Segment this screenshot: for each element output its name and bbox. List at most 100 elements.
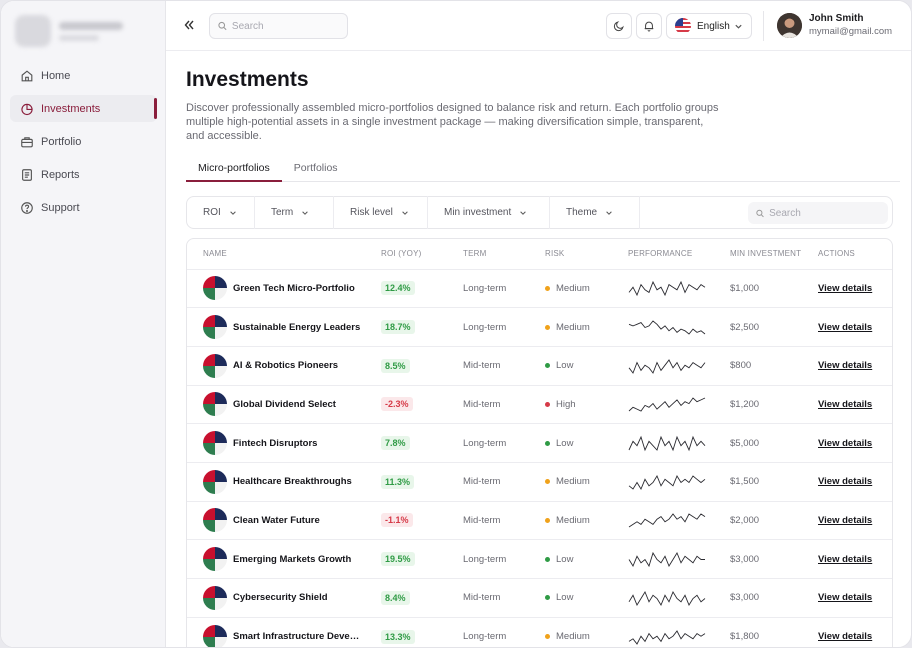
performance-sparkline [628,358,706,374]
performance-sparkline [628,435,706,452]
sidebar: Home Investments Portfolio Reports Suppo… [1,1,166,647]
asset-logos-icon [203,624,227,647]
term-value: Mid-term [463,346,545,386]
table-row[interactable]: Global Dividend Select -2.3% Mid-term Hi… [187,385,892,425]
table-search-input[interactable] [769,207,888,219]
table-row[interactable]: Healthcare Breakthroughs 11.3% Mid-term … [187,462,892,502]
bell-icon [644,21,654,32]
column-header[interactable]: PERFORMANCE [628,239,730,270]
term-value: Mid-term [463,578,545,618]
asset-logos-icon [203,431,227,456]
language-selector[interactable]: English [666,13,752,39]
asset-logos-icon [203,392,227,417]
roi-badge: 19.5% [381,552,415,567]
avatar [777,12,802,38]
table-row[interactable]: Fintech Disruptors 7.8% Long-term Low $5… [187,423,892,463]
risk-level: Medium [545,515,628,526]
term-value: Mid-term [463,501,545,541]
sidebar-item-label: Reports [41,168,80,181]
portfolio-name: AI & Robotics Pioneers [233,360,339,372]
roi-badge: 7.8% [381,436,410,451]
view-details-link[interactable]: View details [818,283,872,294]
view-details-link[interactable]: View details [818,322,872,333]
view-details-link[interactable]: View details [818,554,872,565]
sidebar-item-home[interactable]: Home [10,62,157,89]
term-value: Mid-term [463,462,545,502]
column-header[interactable]: NAME [187,239,381,270]
table-row[interactable]: Smart Infrastructure Develo... 13.3% Lon… [187,617,892,647]
table-row[interactable]: Green Tech Micro-Portfolio 12.4% Long-te… [187,269,892,309]
risk-dot [545,363,550,369]
sidebar-item-investments[interactable]: Investments [10,95,157,122]
portfolio-name: Healthcare Breakthroughs [233,476,352,488]
table-row[interactable]: Sustainable Energy Leaders 18.7% Long-te… [187,307,892,347]
view-details-link[interactable]: View details [818,592,872,603]
chevron-down-icon [735,24,742,29]
performance-sparkline [628,474,706,490]
column-header[interactable]: TERM [463,239,545,270]
table-row[interactable]: AI & Robotics Pioneers 8.5% Mid-term Low… [187,346,892,386]
risk-label: High [556,398,576,410]
column-header[interactable]: RISK [545,239,628,270]
term-value: Long-term [463,617,545,647]
view-details-link[interactable]: View details [818,360,872,371]
column-header[interactable]: ACTIONS [818,239,892,270]
header-divider [763,11,764,41]
view-details-link[interactable]: View details [818,476,872,487]
min-investment-value: $2,500 [730,307,818,347]
portfolio-name: Cybersecurity Shield [233,592,328,604]
filter-label: ROI [203,207,221,218]
tab-portfolios[interactable]: Portfolios [282,160,350,182]
collapse-sidebar-button[interactable] [180,16,198,34]
min-investment-value: $3,000 [730,539,818,579]
filter-theme[interactable]: Theme [550,196,640,229]
sidebar-item-support[interactable]: Support [10,194,157,221]
filter-min-investment[interactable]: Min investment [428,196,550,229]
min-investment-value: $1,200 [730,385,818,425]
asset-logos-icon [203,276,227,301]
roi-badge: 11.3% [381,474,415,489]
filter-roi[interactable]: ROI [187,196,255,229]
tab-micro-portfolios[interactable]: Micro-portfolios [186,160,282,182]
filter-term[interactable]: Term [255,196,334,229]
language-label: English [697,20,730,32]
risk-dot [545,595,550,601]
notifications-button[interactable] [636,13,662,39]
table-row[interactable]: Clean Water Future -1.1% Mid-term Medium… [187,501,892,541]
user-profile[interactable]: John Smith mymail@gmail.com [777,12,892,38]
portfolio-name: Sustainable Energy Leaders [233,321,361,333]
risk-label: Medium [556,476,590,488]
portfolio-name: Clean Water Future [233,514,320,526]
document-icon [20,168,34,182]
view-details-link[interactable]: View details [818,515,872,526]
sidebar-nav: Home Investments Portfolio Reports Suppo… [10,62,157,227]
theme-toggle-button[interactable] [606,13,632,39]
moon-icon [613,21,624,32]
search-icon [218,21,227,31]
performance-sparkline [628,281,706,297]
chevron-down-icon [606,210,612,215]
roi-badge: 13.3% [381,629,415,644]
column-header[interactable]: MIN INVESTMENT [730,239,818,270]
table-row[interactable]: Cybersecurity Shield 8.4% Mid-term Low $… [187,578,892,618]
header-search-input[interactable] [231,20,347,32]
view-details-link[interactable]: View details [818,399,872,410]
view-details-link[interactable]: View details [818,631,872,642]
header-search[interactable] [209,13,348,39]
sidebar-item-reports[interactable]: Reports [10,161,157,188]
risk-dot [545,401,550,407]
table-row[interactable]: Emerging Markets Growth 19.5% Long-term … [187,539,892,579]
page-title: Investments [186,68,309,91]
help-circle-icon [20,201,34,215]
filter-risk-level[interactable]: Risk level [334,196,428,229]
sidebar-item-portfolio[interactable]: Portfolio [10,128,157,155]
sidebar-item-label: Investments [41,102,101,115]
portfolio-table: NAME ROI (YOY) TERM RISK PERFORMANCE MIN… [186,238,893,647]
table-search[interactable] [748,202,888,224]
performance-sparkline [628,513,706,528]
min-investment-value: $800 [730,346,818,386]
column-header[interactable]: ROI (YOY) [381,239,463,270]
view-details-link[interactable]: View details [818,438,872,449]
double-chevron-left-icon [184,20,194,30]
brand-logo[interactable] [15,15,123,47]
